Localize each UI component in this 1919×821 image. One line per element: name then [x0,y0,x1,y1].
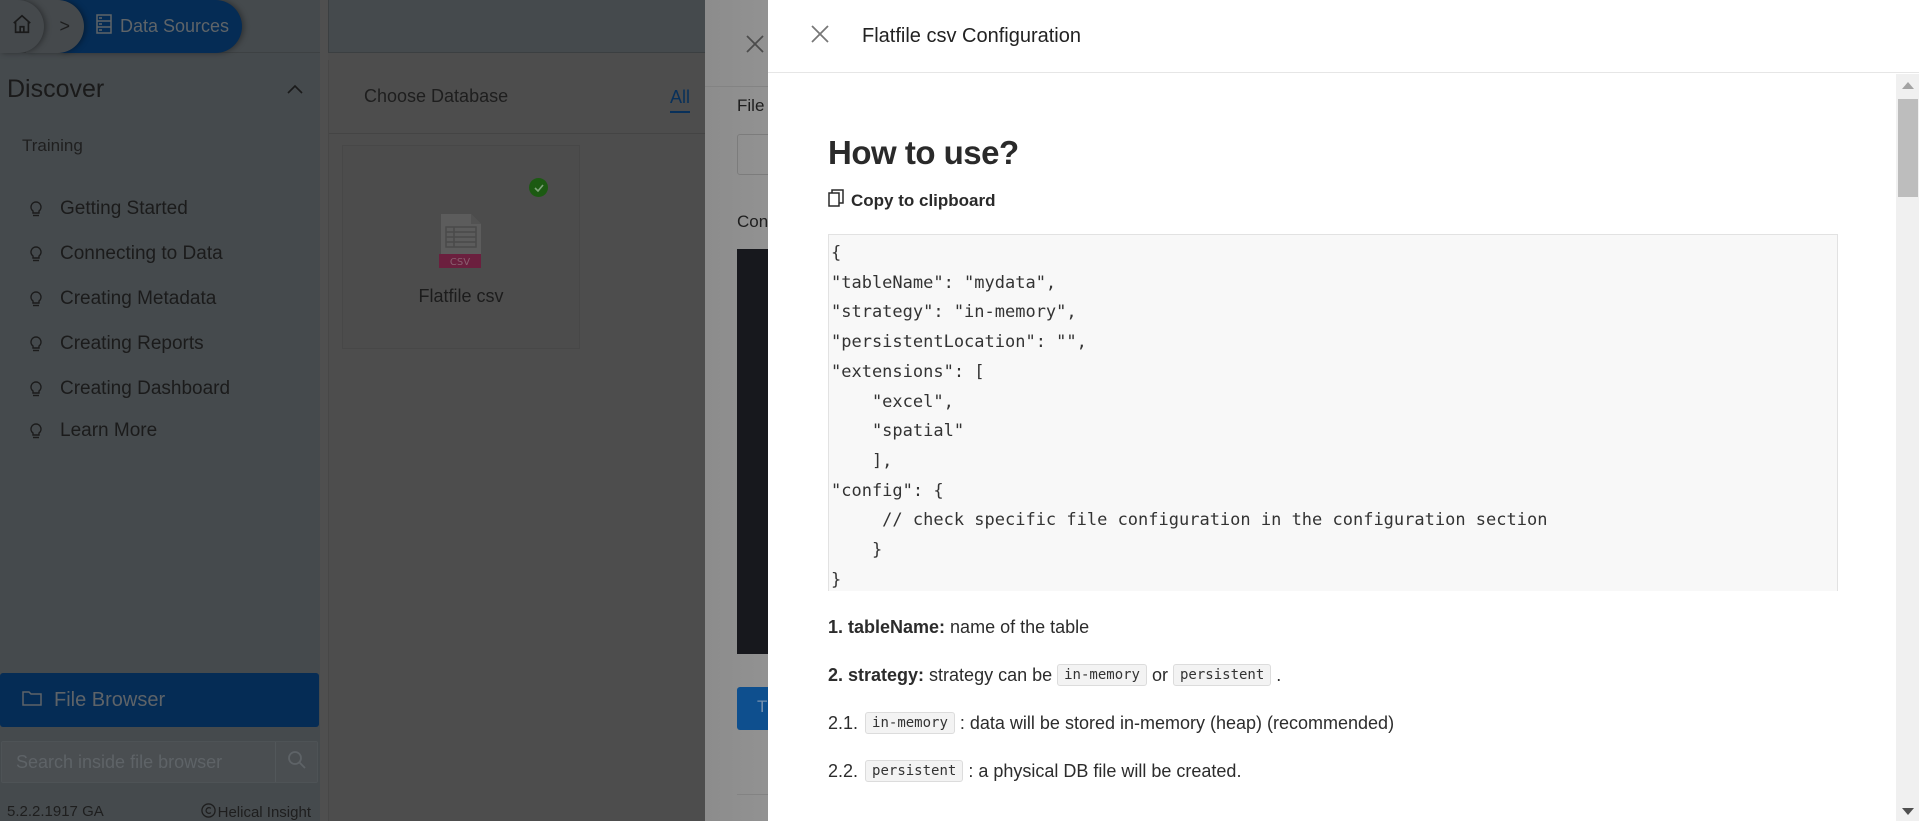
app-background: > Data Sources Discover Training Getting… [0,0,1919,821]
code-line: "config": { [831,480,944,501]
config-code-block: { "tableName": "mydata", "strategy": "in-m… [828,234,1838,591]
training-item-creating-reports[interactable]: Creating Reports [28,321,230,366]
choose-database-title: Choose Database [364,86,509,106]
scroll-down-arrow-icon[interactable] [1902,808,1914,815]
doc-strategy-in-memory: 2.1. in-memory : data will be stored in-… [828,712,1395,734]
version-label: 5.2.2.1917 GA [7,803,104,820]
choose-database-panel: Choose Database All CSV Flatfile csv [328,60,705,821]
training-item-creating-dashboard[interactable]: Creating Dashboard [28,366,230,411]
config-scrollbar[interactable] [1896,74,1919,821]
scroll-up-arrow-icon[interactable] [1902,82,1914,89]
discover-header[interactable]: Discover [7,75,307,104]
code-line: "persistentLocation": "", [831,332,1087,353]
close-button[interactable] [808,24,832,48]
database-card-label: Flatfile csv [418,286,504,306]
doc-table-name: 1. tableName: name of the table [828,616,1090,637]
inline-code: in-memory [865,712,955,734]
lightbulb-icon [28,290,44,307]
doc-strategy: 2. strategy: strategy can be in-memory o… [828,664,1282,686]
folder-icon [22,689,42,712]
code-line: { [831,243,842,263]
config-drawer-body: How to use? Copy to clipboard { "tableNam… [768,74,1896,821]
close-icon[interactable] [745,30,765,61]
datasource-drawer: File Con T [705,0,768,821]
inline-code: in-memory [1057,664,1147,686]
file-browser-search-input[interactable] [2,742,275,782]
inline-code: persistent [1173,664,1272,686]
code-line: } [831,569,842,590]
code-line: ], [831,450,893,471]
main-toolbar [328,0,705,53]
drawer-footer-divider [737,794,768,795]
config-drawer: Flatfile csv Configuration How to use? C… [768,0,1919,821]
database-icon [96,14,112,39]
lightbulb-icon [28,200,44,217]
copy-icon [828,189,844,212]
discover-title: Discover [7,75,105,103]
sidebar-divider [320,0,328,821]
lightbulb-icon [28,245,44,262]
svg-text:CSV: CSV [450,257,470,268]
chevron-up-icon[interactable] [287,81,303,99]
lightbulb-icon [28,380,44,397]
how-to-use-heading: How to use? [828,134,1019,171]
inline-code: persistent [865,760,964,782]
file-field-label: File [737,96,765,115]
file-browser-search-button[interactable] [275,742,317,782]
doc-strategy-persistent: 2.2. persistent : a physical DB file wil… [828,760,1242,782]
selected-check-icon [529,178,548,197]
csv-file-icon: CSV [439,214,483,275]
sidebar: > Data Sources Discover Training Getting… [0,0,320,821]
copyright-label: Helical Insight [200,802,311,821]
training-item-learn-more[interactable]: Learn More [28,411,230,451]
config-field-label: Con [737,212,768,231]
code-line: "excel", [831,391,954,412]
training-label: Training [22,136,83,155]
code-line: "spatial" [831,421,965,442]
drawer-divider [705,86,768,87]
search-icon [287,750,307,775]
close-icon [811,24,829,48]
code-line: } [831,540,883,561]
code-line: "tableName": "mydata", [831,272,1057,293]
choose-database-header: Choose Database All [329,60,705,134]
file-field-input[interactable] [737,134,768,175]
code-line: // check specific file configuration in … [831,510,1548,531]
file-browser-button[interactable]: File Browser [0,673,319,727]
copy-to-clipboard-button[interactable]: Copy to clipboard [828,189,996,212]
lightbulb-icon [28,423,44,439]
training-list: Getting Started Connecting to Data Creat… [28,186,230,451]
database-card-flatfile-csv[interactable]: CSV Flatfile csv [342,145,580,349]
breadcrumb: > Data Sources [0,0,320,53]
training-item-getting-started[interactable]: Getting Started [28,186,230,231]
training-item-creating-metadata[interactable]: Creating Metadata [28,276,230,321]
copyright-icon [200,802,216,821]
code-line: "extensions": [ [831,361,985,382]
tab-all[interactable]: All [669,87,690,113]
scrollbar-thumb[interactable] [1898,99,1918,197]
config-drawer-title: Flatfile csv Configuration [862,24,1081,47]
config-drawer-header: Flatfile csv Configuration [768,0,1919,73]
config-editor[interactable] [737,249,768,654]
training-item-connecting-to-data[interactable]: Connecting to Data [28,231,230,276]
home-icon [11,13,33,40]
code-line: "strategy": "in-memory", [831,302,1077,323]
test-connection-button[interactable]: T [737,687,768,730]
breadcrumb-data-sources[interactable]: Data Sources [60,0,242,53]
lightbulb-icon [28,335,44,352]
file-browser-search [1,741,318,783]
